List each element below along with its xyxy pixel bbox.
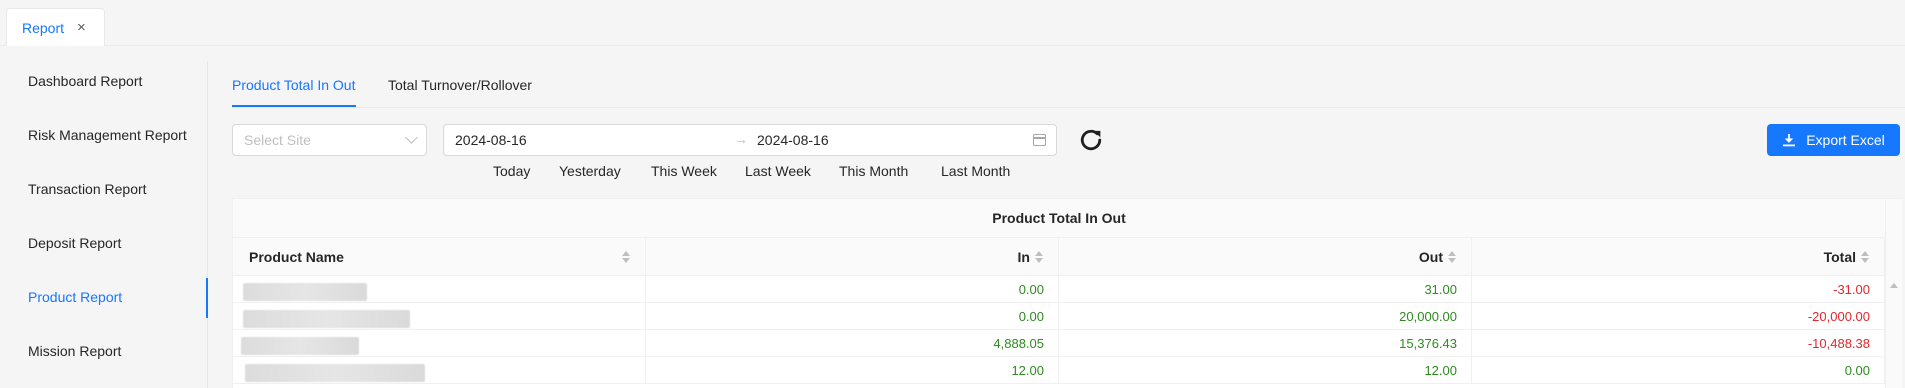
product-total-table: Product Total In Out Product Name In Out… <box>232 198 1902 388</box>
export-excel-label: Export Excel <box>1806 132 1885 148</box>
table-header-row: Product Name In Out Total <box>233 238 1885 276</box>
quick-range-today[interactable]: Today <box>493 163 530 179</box>
product-name-cell <box>233 330 646 357</box>
quick-range-this-week[interactable]: This Week <box>651 163 717 179</box>
product-name-cell <box>233 303 646 330</box>
in-cell: 0.00 <box>646 276 1059 303</box>
tabs-divider <box>232 107 1905 108</box>
sidebar-item-dashboard-report[interactable]: Dashboard Report <box>28 73 142 89</box>
table-scrollbar[interactable] <box>1885 199 1902 388</box>
sidebar-item-mission-report[interactable]: Mission Report <box>28 343 121 359</box>
download-icon <box>1783 134 1796 147</box>
date-start-input[interactable]: 2024-08-16 <box>455 132 527 148</box>
site-select-placeholder: Select Site <box>244 132 311 148</box>
tab-report[interactable]: Report × <box>6 8 105 46</box>
out-cell: 12.00 <box>1059 357 1472 384</box>
sort-icon[interactable] <box>1860 250 1870 264</box>
tab-active-ink <box>232 105 356 107</box>
tab-report-label: Report <box>22 19 65 36</box>
total-cell: -10,488.38 <box>1472 330 1885 357</box>
total-cell: 0.00 <box>1472 357 1885 384</box>
redacted-product-name <box>243 283 367 301</box>
quick-range-this-month[interactable]: This Month <box>839 163 908 179</box>
table-row[interactable]: 0.00 20,000.00 -20,000.00 <box>233 303 1885 330</box>
sidebar-item-transaction-report[interactable]: Transaction Report <box>28 181 147 197</box>
sort-icon[interactable] <box>1447 250 1457 264</box>
close-icon[interactable]: × <box>77 19 86 36</box>
quick-range-yesterday[interactable]: Yesterday <box>559 163 621 179</box>
column-header-product-name[interactable]: Product Name <box>233 238 646 276</box>
out-cell: 20,000.00 <box>1059 303 1472 330</box>
arrow-right-icon: → <box>734 131 748 147</box>
date-end-input[interactable]: 2024-08-16 <box>757 132 829 148</box>
site-select[interactable]: Select Site <box>232 124 427 156</box>
out-cell: 31.00 <box>1059 276 1472 303</box>
chevron-down-icon <box>405 131 418 144</box>
table-group-title: Product Total In Out <box>233 199 1885 238</box>
column-header-out[interactable]: Out <box>1059 238 1472 276</box>
refresh-icon[interactable] <box>1077 126 1105 154</box>
in-cell: 4,888.05 <box>646 330 1059 357</box>
column-header-total[interactable]: Total <box>1472 238 1885 276</box>
quick-range-last-week[interactable]: Last Week <box>745 163 811 179</box>
tab-product-total-in-out[interactable]: Product Total In Out <box>232 77 355 93</box>
redacted-product-name <box>241 337 359 355</box>
sort-icon[interactable] <box>621 250 631 264</box>
sort-icon[interactable] <box>1034 250 1044 264</box>
out-cell: 15,376.43 <box>1059 330 1472 357</box>
quick-range-last-month[interactable]: Last Month <box>941 163 1010 179</box>
sidebar-item-deposit-report[interactable]: Deposit Report <box>28 235 121 251</box>
table-row[interactable]: 0.00 31.00 -31.00 <box>233 276 1885 303</box>
redacted-product-name <box>243 310 410 328</box>
date-range-picker[interactable]: 2024-08-16 → 2024-08-16 <box>443 124 1057 156</box>
in-cell: 0.00 <box>646 303 1059 330</box>
tab-total-turnover-rollover[interactable]: Total Turnover/Rollover <box>388 77 532 93</box>
column-header-in[interactable]: In <box>646 238 1059 276</box>
total-cell: -20,000.00 <box>1472 303 1885 330</box>
scroll-up-icon[interactable] <box>1890 283 1898 288</box>
total-cell: -31.00 <box>1472 276 1885 303</box>
product-name-cell <box>233 276 646 303</box>
in-cell: 12.00 <box>646 357 1059 384</box>
sidebar-item-product-report[interactable]: Product Report <box>28 289 122 305</box>
sidebar: Dashboard Report Risk Management Report … <box>0 61 208 388</box>
product-name-cell <box>233 357 646 384</box>
calendar-icon[interactable] <box>1033 134 1046 146</box>
sidebar-item-risk-management-report[interactable]: Risk Management Report <box>28 127 187 143</box>
top-tab-bar: Report × <box>0 0 1905 46</box>
table-row[interactable]: 12.00 12.00 0.00 <box>233 357 1885 384</box>
table-row[interactable]: 4,888.05 15,376.43 -10,488.38 <box>233 330 1885 357</box>
sidebar-active-indicator <box>206 278 208 318</box>
redacted-product-name <box>245 364 425 382</box>
export-excel-button[interactable]: Export Excel <box>1767 124 1900 156</box>
